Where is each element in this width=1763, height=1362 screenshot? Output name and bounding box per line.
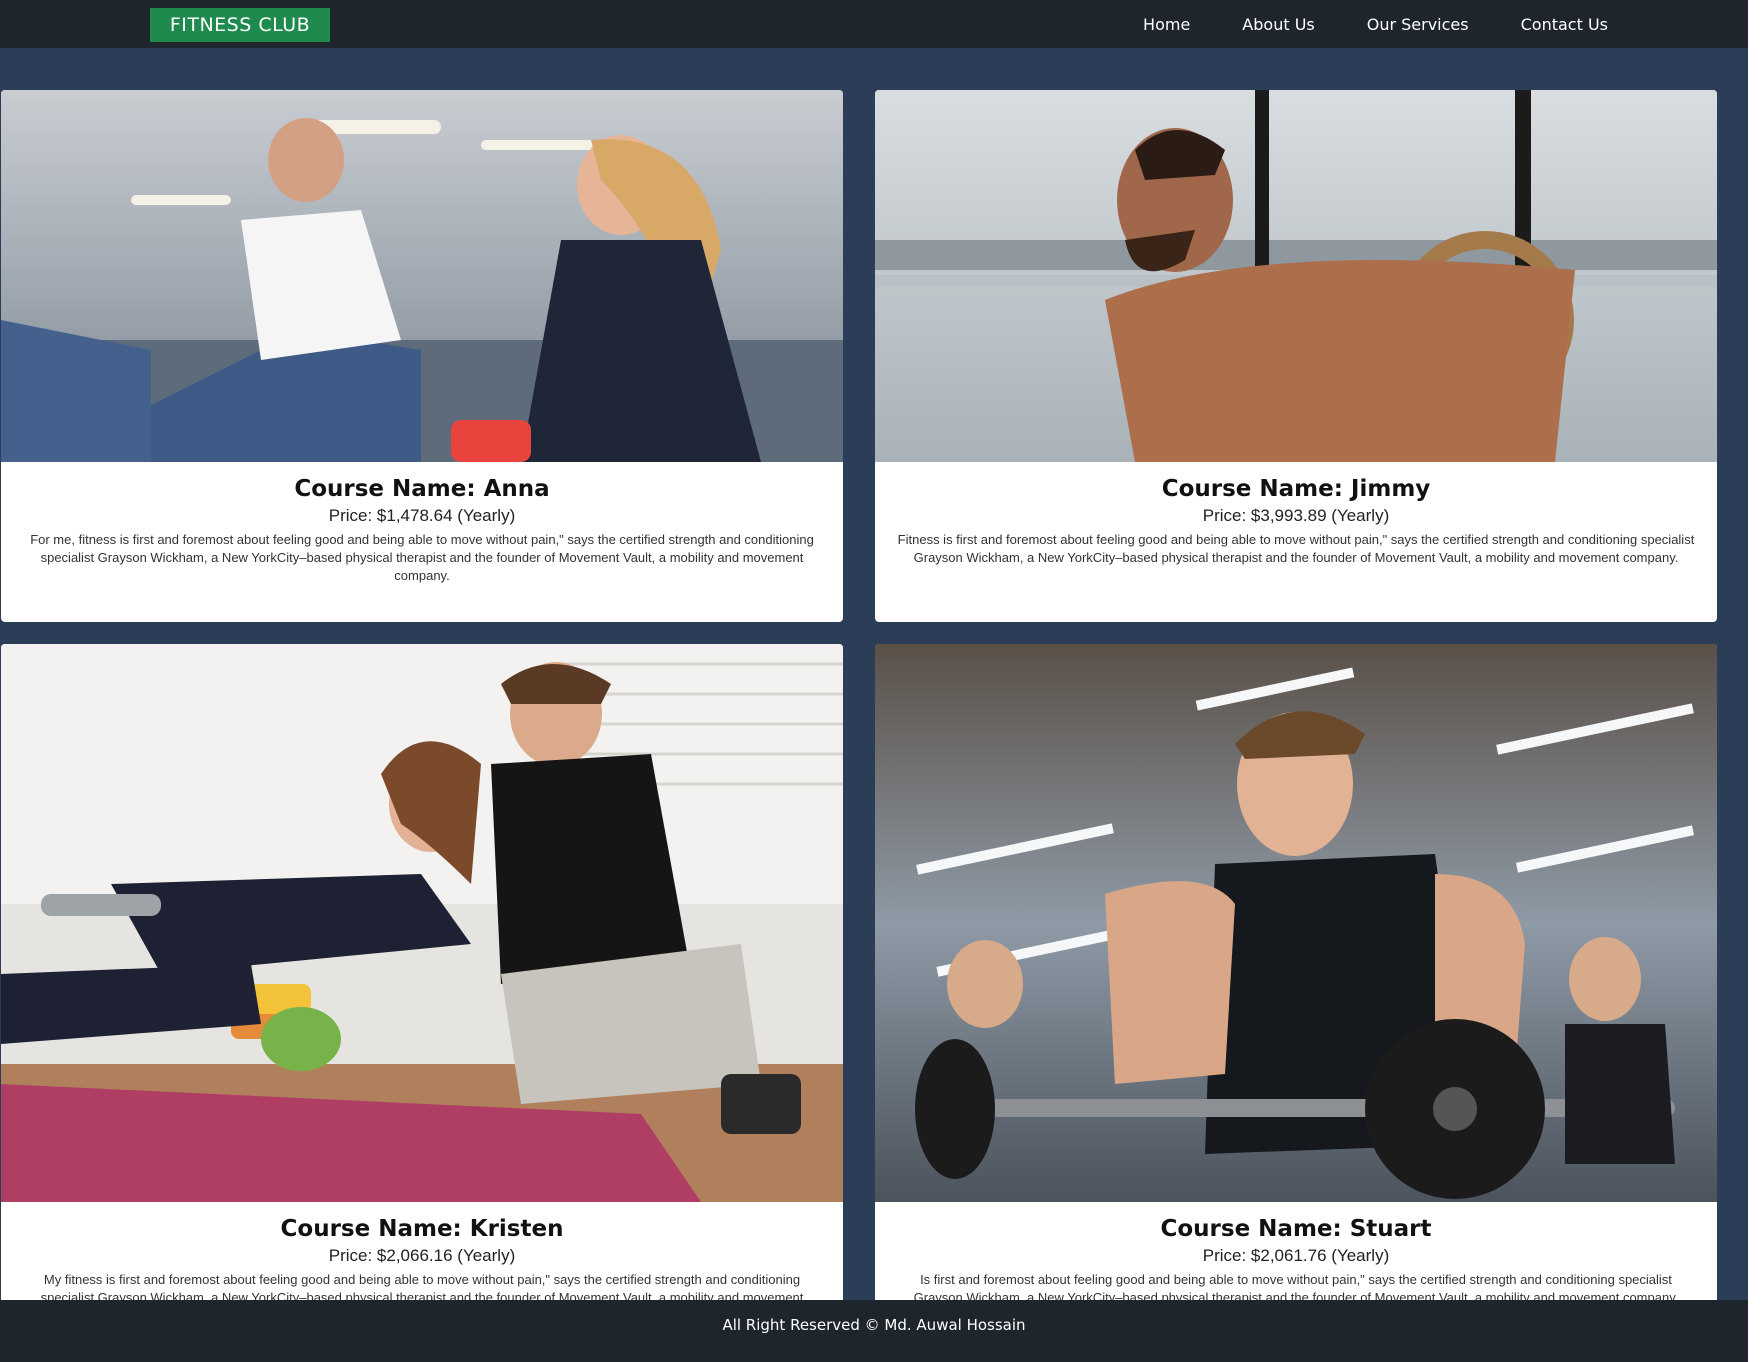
navbar: FITNESS CLUB Home About Us Our Services … — [0, 0, 1748, 48]
course-title: Course Name: Kristen — [280, 1216, 564, 1242]
course-price: Price: $2,066.16 (Yearly) — [328, 1246, 516, 1265]
course-price: Price: $1,478.64 (Yearly) — [328, 506, 516, 525]
course-description: For me, fitness is first and foremost ab… — [30, 532, 814, 583]
course-description: Fitness is first and foremost about feel… — [897, 532, 1695, 565]
course-card-stuart: Course Name: Stuart Price: $2,061.76 (Ye… — [875, 644, 1717, 1362]
course-image-jimmy — [875, 90, 1717, 462]
course-price: Price: $3,993.89 (Yearly) — [1202, 506, 1390, 525]
course-card-jimmy: Course Name: Jimmy Price: $3,993.89 (Yea… — [875, 90, 1717, 622]
course-price: Price: $2,061.76 (Yearly) — [1202, 1246, 1390, 1265]
course-title: Course Name: Stuart — [1160, 1216, 1432, 1242]
course-title: Course Name: Jimmy — [1161, 476, 1431, 502]
nav-link-home[interactable]: Home — [1143, 15, 1190, 34]
course-card-anna: Course Name: Anna Price: $1,478.64 (Year… — [1, 90, 843, 622]
course-image-anna — [1, 90, 843, 462]
course-title: Course Name: Anna — [294, 476, 550, 502]
nav-link-contact-us[interactable]: Contact Us — [1521, 15, 1608, 34]
course-card-kristen: Course Name: Kristen Price: $2,066.16 (Y… — [1, 644, 843, 1362]
nav-menu: Home About Us Our Services Contact Us — [1091, 0, 1608, 48]
course-image-stuart — [875, 644, 1717, 1202]
nav-link-our-services[interactable]: Our Services — [1367, 15, 1469, 34]
footer: All Right Reserved © Md. Auwal Hossain — [0, 1300, 1748, 1362]
page-edge — [1748, 0, 1763, 1362]
brand-logo[interactable]: FITNESS CLUB — [150, 8, 330, 42]
course-image-kristen — [1, 644, 843, 1202]
page: FITNESS CLUB Home About Us Our Services … — [0, 0, 1748, 1362]
nav-link-about-us[interactable]: About Us — [1242, 15, 1314, 34]
footer-copyright: All Right Reserved © Md. Auwal Hossain — [722, 1316, 1026, 1334]
